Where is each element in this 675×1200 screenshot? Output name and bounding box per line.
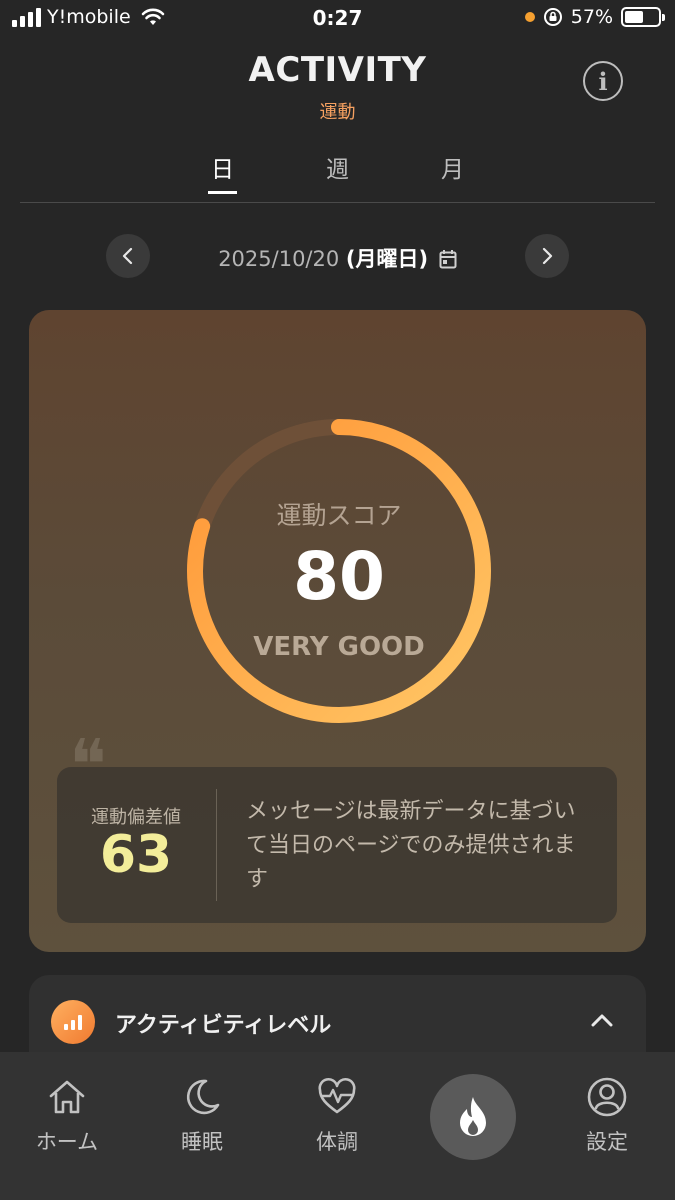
nav-condition[interactable]: 体調	[277, 1052, 397, 1200]
status-bar: Y!mobile 0:27 57%	[0, 0, 675, 38]
weekday-value: (月曜日)	[345, 247, 429, 271]
date-picker[interactable]: 2025/10/20 (月曜日)	[0, 243, 675, 273]
heart-pulse-icon	[318, 1077, 356, 1114]
page-title: ACTIVITY	[248, 50, 427, 90]
activity-level-title: アクティビティレベル	[115, 1013, 332, 1038]
tab-week[interactable]: 週	[326, 150, 349, 184]
page-subtitle: 運動	[319, 102, 356, 123]
score-ring: 運動スコア 80 VERY GOOD	[184, 416, 494, 726]
wifi-icon	[141, 8, 164, 25]
user-circle-icon	[587, 1077, 627, 1117]
info-button[interactable]: i	[583, 61, 623, 101]
home-icon	[49, 1080, 85, 1114]
score-label: 運動スコア	[276, 501, 402, 530]
score-rating: VERY GOOD	[253, 632, 425, 662]
nav-settings-label: 設定	[586, 1130, 628, 1154]
chevron-right-icon	[542, 247, 553, 265]
moon-icon	[186, 1079, 220, 1115]
nav-condition-label: 体調	[316, 1130, 358, 1154]
message-divider	[216, 789, 217, 901]
message-text: メッセージは最新データに基づいて当日のページでのみ提供されます	[246, 799, 576, 892]
nav-sleep[interactable]: 睡眠	[142, 1052, 262, 1200]
status-right: 57%	[524, 6, 665, 28]
tab-month[interactable]: 月	[441, 150, 464, 184]
carrier-name: Y!mobile	[47, 6, 131, 28]
nav-settings[interactable]: 設定	[547, 1052, 667, 1200]
date-navigator: 2025/10/20 (月曜日)	[0, 234, 675, 278]
orientation-lock-icon	[543, 8, 562, 26]
chevron-up-icon[interactable]	[589, 1009, 615, 1031]
deviation-value: 63	[99, 825, 173, 885]
date-value: 2025/10/20	[218, 247, 340, 271]
info-icon: i	[598, 66, 608, 96]
nav-home-label: ホーム	[35, 1130, 99, 1154]
nav-home[interactable]: ホーム	[7, 1052, 127, 1200]
calendar-icon	[439, 250, 457, 269]
battery-icon	[621, 7, 665, 27]
tab-day[interactable]: 日	[208, 150, 237, 194]
score-value: 80	[293, 538, 385, 615]
next-day-button[interactable]	[525, 234, 569, 278]
signal-icon	[12, 7, 41, 27]
battery-percent: 57%	[570, 6, 613, 28]
flame-icon	[460, 1097, 486, 1136]
period-tabs: 日 週 月	[20, 140, 655, 203]
privacy-indicator	[524, 12, 535, 22]
bottom-nav: ホーム 睡眠 体調 設定	[0, 1052, 675, 1200]
nav-sleep-label: 睡眠	[181, 1130, 223, 1154]
message-box: 運動偏差値 63 メッセージは最新データに基づいて当日のページでのみ提供されます	[57, 767, 617, 923]
bar-chart-icon	[51, 1000, 95, 1044]
activity-score-card: 運動スコア 80 VERY GOOD ❝ 運動偏差値 63 メッセージは最新デー…	[29, 310, 646, 952]
nav-activity-button[interactable]	[430, 1074, 516, 1160]
status-left: Y!mobile	[12, 6, 165, 28]
